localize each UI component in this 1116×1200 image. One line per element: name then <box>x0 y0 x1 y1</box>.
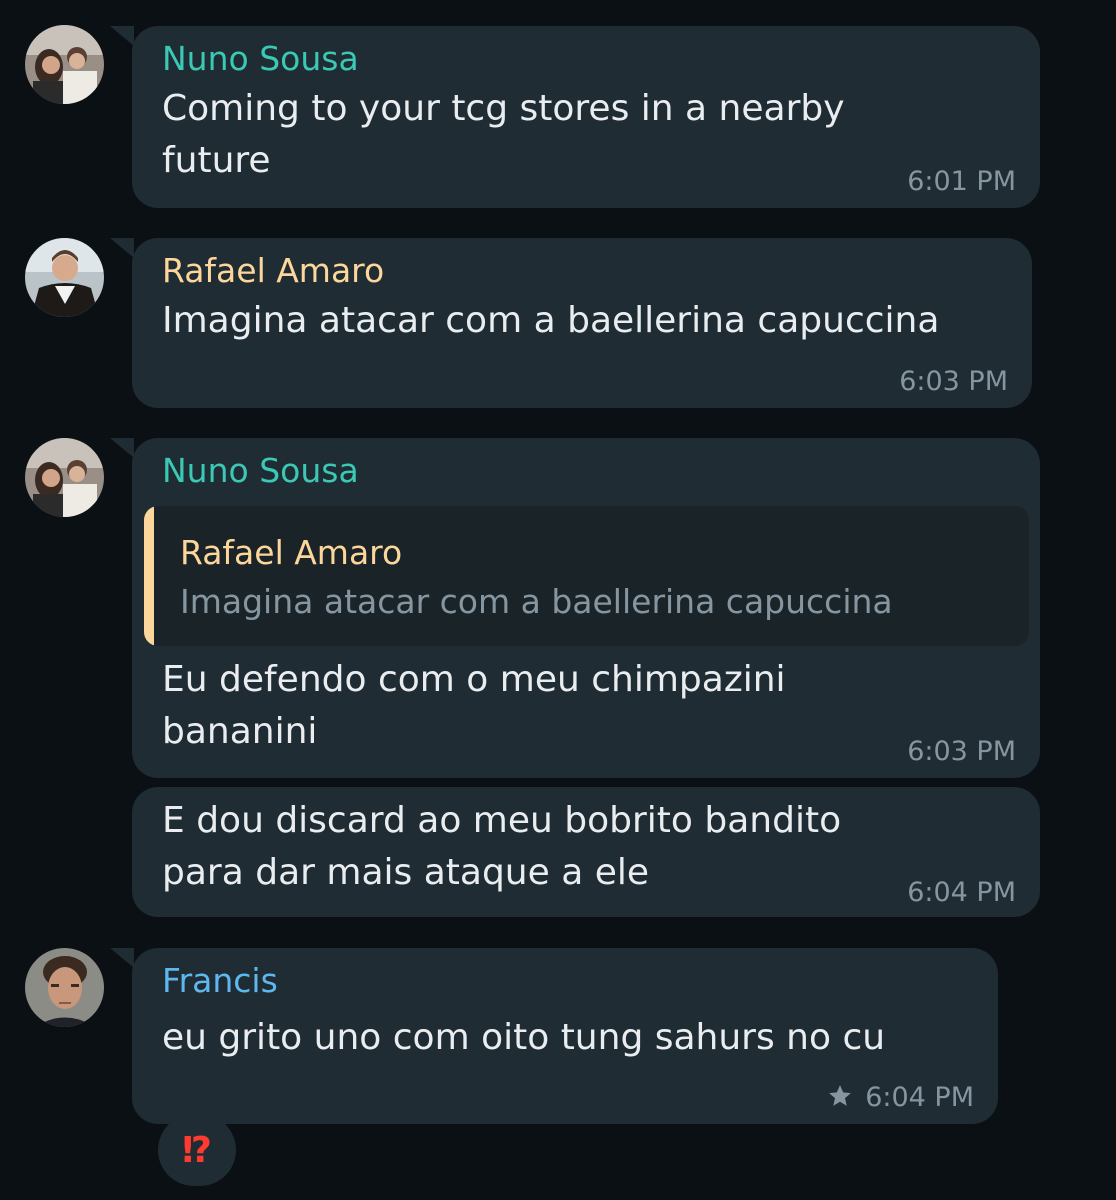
bubble-tail <box>110 438 134 458</box>
avatar-rafael-amaro[interactable] <box>25 238 104 317</box>
message-timestamp: 6:04 PM <box>907 877 1016 908</box>
message-timestamp: 6:03 PM <box>907 736 1016 767</box>
message-text-line: eu grito uno com oito tung sahurs no cu <box>162 1017 886 1058</box>
message-bubble[interactable]: Francis eu grito uno com oito tung sahur… <box>132 948 998 1124</box>
sender-name[interactable]: Nuno Sousa <box>162 39 359 79</box>
message-text-line: E dou discard ao meu bobrito bandito <box>162 800 842 841</box>
reaction-badge[interactable]: ⁉ <box>158 1114 236 1186</box>
quoted-sender-name: Rafael Amaro <box>180 533 403 572</box>
bubble-tail <box>110 238 134 258</box>
sender-name[interactable]: Rafael Amaro <box>162 251 384 291</box>
message-bubble[interactable]: Rafael Amaro Imagina atacar com a baelle… <box>132 238 1032 408</box>
quote-accent-bar <box>144 506 154 646</box>
star-icon <box>827 1083 853 1117</box>
bubble-tail <box>110 948 134 968</box>
avatar-francis[interactable] <box>25 948 104 1027</box>
message-text-line: Imagina atacar com a baellerina capuccin… <box>162 300 940 341</box>
avatar-nuno-sousa[interactable] <box>25 438 104 517</box>
sender-name[interactable]: Francis <box>162 961 278 1001</box>
message-timestamp: 6:01 PM <box>907 166 1016 197</box>
interrobang-icon: ⁉ <box>182 1129 212 1171</box>
quoted-reply[interactable]: Rafael Amaro Imagina atacar com a baelle… <box>144 506 1029 646</box>
quoted-message-text: Imagina atacar com a baellerina capuccin… <box>180 582 893 621</box>
bubble-tail <box>110 26 134 46</box>
message-text-line: Coming to your tcg stores in a nearby <box>162 88 845 129</box>
message-text-line: Eu defendo com o meu chimpazini <box>162 659 786 700</box>
message-text-line: future <box>162 140 271 181</box>
message-bubble[interactable]: E dou discard ao meu bobrito bandito par… <box>132 787 1040 917</box>
message-timestamp: 6:04 PM <box>865 1082 974 1113</box>
avatar-nuno-sousa[interactable] <box>25 25 104 104</box>
message-bubble[interactable]: Nuno Sousa Rafael Amaro Imagina atacar c… <box>132 438 1040 778</box>
message-text-line: bananini <box>162 711 318 752</box>
message-bubble[interactable]: Nuno Sousa Coming to your tcg stores in … <box>132 26 1040 208</box>
message-text-line: para dar mais ataque a ele <box>162 852 650 893</box>
message-timestamp: 6:03 PM <box>899 366 1008 397</box>
sender-name[interactable]: Nuno Sousa <box>162 451 359 491</box>
message-meta: 6:04 PM <box>827 1082 974 1117</box>
